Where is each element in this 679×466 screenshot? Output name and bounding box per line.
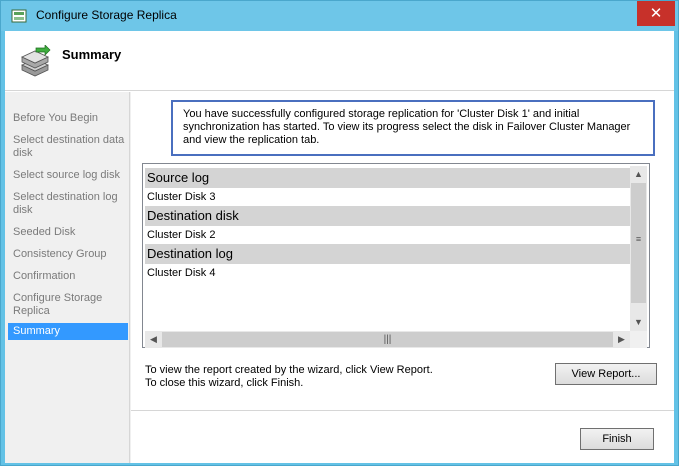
list-item-source-log-disk[interactable]: Cluster Disk 3 <box>145 188 630 206</box>
scrollbar-corner <box>630 331 647 348</box>
nav-item-confirmation[interactable]: Confirmation <box>8 270 128 283</box>
scroll-down-arrow-icon[interactable]: ▼ <box>630 314 647 331</box>
view-report-button[interactable]: View Report... <box>555 363 657 385</box>
wizard-header: Summary <box>5 31 674 91</box>
vertical-scroll-thumb[interactable]: ≡ <box>631 183 646 303</box>
list-item-destination-log-disk[interactable]: Cluster Disk 4 <box>145 264 630 282</box>
wizard-client-area: Summary Before You Begin Select destinat… <box>5 31 674 463</box>
report-instruction-line: To view the report created by the wizard… <box>145 364 433 376</box>
nav-item-consistency-group[interactable]: Consistency Group <box>8 248 128 261</box>
nav-item-seeded-disk[interactable]: Seeded Disk <box>8 226 128 239</box>
summary-list-content: Source log Cluster Disk 3 Destination di… <box>145 166 630 331</box>
nav-item-configure-storage-replica[interactable]: Configure Storage Replica <box>8 292 128 318</box>
success-message: You have successfully configured storage… <box>183 108 631 146</box>
group-header-source-log: Source log <box>145 168 630 188</box>
summary-content: You have successfully configured storage… <box>131 92 674 463</box>
vertical-scrollbar[interactable]: ▲ ≡ ▼ <box>630 166 647 331</box>
footer-divider <box>131 410 674 411</box>
wizard-body: Before You Begin Select destination data… <box>5 92 674 463</box>
scroll-left-arrow-icon[interactable]: ◀ <box>145 331 162 348</box>
list-item-destination-disk[interactable]: Cluster Disk 2 <box>145 226 630 244</box>
close-instruction-line: To close this wizard, click Finish. <box>145 377 304 389</box>
nav-item-select-source-log-disk[interactable]: Select source log disk <box>8 169 128 182</box>
nav-item-select-destination-data-disk[interactable]: Select destination data disk <box>8 134 128 160</box>
wizard-steps-nav: Before You Begin Select destination data… <box>5 92 130 463</box>
horizontal-scrollbar[interactable]: ◀ ||| ▶ <box>145 331 630 348</box>
scroll-grip-icon: ≡ <box>635 234 642 244</box>
group-header-destination-log: Destination log <box>145 244 630 264</box>
scroll-right-arrow-icon[interactable]: ▶ <box>613 331 630 348</box>
close-icon: ✕ <box>649 5 663 22</box>
report-instructions: To view the report created by the wizard… <box>145 364 433 390</box>
finish-button[interactable]: Finish <box>580 428 654 450</box>
horizontal-scroll-thumb[interactable]: ||| <box>162 332 613 347</box>
summary-list[interactable]: Source log Cluster Disk 3 Destination di… <box>142 163 650 348</box>
storage-replica-icon <box>21 45 51 77</box>
page-title: Summary <box>62 47 122 62</box>
scroll-up-arrow-icon[interactable]: ▲ <box>630 166 647 183</box>
group-header-destination-disk: Destination disk <box>145 206 630 226</box>
app-icon <box>11 9 27 23</box>
wizard-window: Configure Storage Replica ✕ Summary Befo… <box>0 0 679 466</box>
horizontal-scroll-grip-icon: ||| <box>383 334 392 345</box>
nav-item-before-you-begin[interactable]: Before You Begin <box>8 112 128 125</box>
nav-item-select-destination-log-disk[interactable]: Select destination log disk <box>8 191 128 217</box>
nav-item-summary[interactable]: Summary <box>8 323 128 340</box>
success-message-box: You have successfully configured storage… <box>171 100 655 156</box>
close-button[interactable]: ✕ <box>637 1 675 26</box>
window-title: Configure Storage Replica <box>36 8 177 22</box>
title-bar[interactable]: Configure Storage Replica ✕ <box>1 1 678 31</box>
